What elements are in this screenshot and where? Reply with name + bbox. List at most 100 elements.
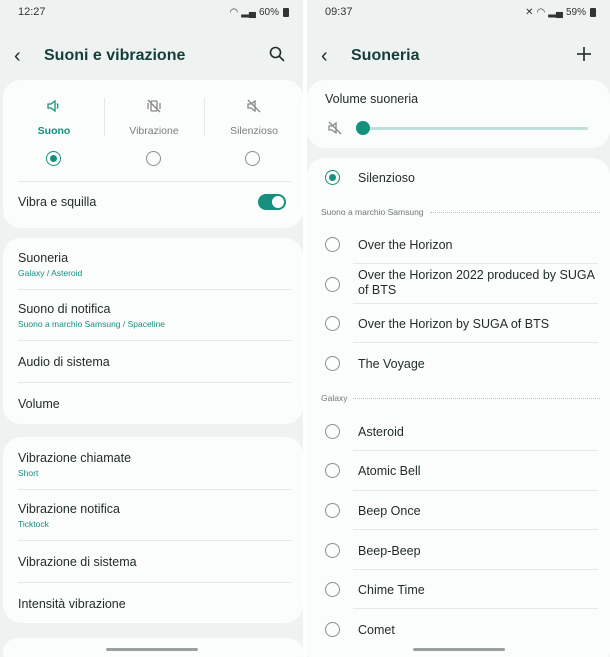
- add-icon[interactable]: [572, 45, 596, 68]
- divider: [353, 569, 598, 570]
- tone-label: Beep-Beep: [358, 544, 421, 558]
- sound-icon: [6, 98, 102, 118]
- tone-label: Comet: [358, 623, 395, 637]
- tone-label: Over the Horizon: [358, 238, 453, 252]
- silent-option-label: Silenzioso: [358, 171, 415, 185]
- vibrate-and-ring-toggle[interactable]: [258, 194, 286, 210]
- search-icon[interactable]: [265, 45, 289, 68]
- system-audio-row[interactable]: Audio di sistema: [18, 355, 303, 369]
- tone-label: Asteroid: [358, 425, 404, 439]
- tone-radio[interactable]: [325, 237, 340, 252]
- mute-status-icon: ✕: [525, 6, 534, 18]
- mode-sound-radio[interactable]: [46, 151, 61, 166]
- mode-sound[interactable]: Suono: [6, 98, 102, 137]
- volume-slider-thumb[interactable]: [356, 121, 370, 135]
- divider: [18, 181, 291, 182]
- divider: [18, 382, 291, 383]
- volume-card: Volume suoneria: [307, 80, 610, 148]
- battery-percent: 59%: [565, 6, 586, 18]
- divider: [353, 450, 598, 451]
- status-bar: 12:27 ◠ ▂▄ 60%: [0, 0, 303, 24]
- tone-label: Beep Once: [358, 504, 421, 518]
- tone-radio[interactable]: [325, 316, 340, 331]
- tone-radio[interactable]: [325, 424, 340, 439]
- silent-radio[interactable]: [325, 170, 340, 185]
- sound-settings-screen: 12:27 ◠ ▂▄ 60% ‹ Suoni e vibrazione Suon…: [0, 0, 303, 657]
- tone-radio[interactable]: [325, 463, 340, 478]
- tone-label: Atomic Bell: [358, 464, 421, 478]
- page-title: Suoni e vibrazione: [44, 47, 186, 64]
- divider: [18, 540, 291, 541]
- tone-radio[interactable]: [325, 356, 340, 371]
- mode-vibrate-radio[interactable]: [146, 151, 161, 166]
- mute-icon: [206, 98, 302, 118]
- divider: [18, 489, 291, 490]
- notification-sound-row[interactable]: Suono di notifica Suono a marchio Samsun…: [18, 302, 303, 329]
- back-icon[interactable]: ‹: [14, 45, 34, 68]
- back-icon[interactable]: ‹: [321, 45, 341, 68]
- divider: [18, 582, 291, 583]
- divider: [353, 490, 598, 491]
- notification-sound-title: Suono di notifica: [18, 302, 111, 316]
- mode-sound-label: Suono: [37, 125, 71, 137]
- tone-label: Chime Time: [358, 583, 425, 597]
- mute-icon: [327, 120, 343, 141]
- divider: [353, 342, 598, 343]
- sound-options-card: Suoneria Galaxy / Asteroid Suono di noti…: [3, 238, 303, 424]
- divider: [353, 263, 598, 264]
- volume-slider[interactable]: [359, 127, 588, 130]
- ringtone-screen: 09:37 ✕ ◠ ▂▄ 59% ‹ Suoneria Volume suone…: [307, 0, 610, 657]
- battery-percent: 60%: [258, 6, 279, 18]
- signal-icon: ▂▄: [548, 6, 563, 18]
- section-header-samsung: Suono a marchio Samsung: [321, 207, 600, 217]
- vibrate-icon: [106, 98, 202, 118]
- sound-mode-card: Suono Vibrazione Silenzioso Vibra e squi…: [3, 80, 303, 228]
- call-vibration-row[interactable]: Vibrazione chiamate Short: [18, 451, 303, 478]
- call-vibration-title: Vibrazione chiamate: [18, 451, 132, 465]
- gesture-bar[interactable]: [105, 648, 198, 651]
- system-vibration-title: Vibrazione di sistema: [18, 555, 137, 569]
- notification-vibration-row[interactable]: Vibrazione notifica Ticktock: [18, 502, 303, 529]
- tone-label: Over the Horizon by SUGA of BTS: [358, 317, 550, 331]
- tone-radio[interactable]: [325, 503, 340, 518]
- ringtone-list: Silenzioso Suono a marchio Samsung Over …: [307, 158, 610, 657]
- wifi-icon: ◠: [536, 6, 546, 18]
- notification-vibration-title: Vibrazione notifica: [18, 502, 120, 516]
- section-header-galaxy: Galaxy: [321, 393, 600, 403]
- tone-radio[interactable]: [325, 622, 340, 637]
- volume-label: Volume suoneria: [325, 92, 419, 106]
- ringtone-title: Suoneria: [18, 251, 69, 265]
- tone-radio[interactable]: [325, 543, 340, 558]
- mode-silent-radio[interactable]: [245, 151, 260, 166]
- battery-icon: [283, 7, 289, 17]
- call-vibration-subtitle: Short: [18, 468, 39, 478]
- ringtone-subtitle: Galaxy / Asteroid: [18, 268, 83, 278]
- notification-sound-subtitle: Suono a marchio Samsung / Spaceline: [18, 319, 165, 329]
- section-header-label: Galaxy: [321, 393, 348, 403]
- status-time: 09:37: [325, 6, 353, 18]
- system-vibration-row[interactable]: Vibrazione di sistema: [18, 555, 303, 569]
- section-header-label: Suono a marchio Samsung: [321, 207, 424, 217]
- divider: [18, 289, 291, 290]
- tone-radio[interactable]: [325, 277, 340, 292]
- wifi-icon: ◠: [229, 6, 239, 18]
- volume-title: Volume: [18, 397, 60, 411]
- volume-row[interactable]: Volume: [18, 397, 303, 411]
- mode-silent[interactable]: Silenzioso: [206, 98, 302, 137]
- divider: [353, 608, 598, 609]
- divider: [104, 98, 105, 136]
- vibration-intensity-row[interactable]: Intensità vibrazione: [18, 597, 303, 611]
- battery-icon: [590, 7, 596, 17]
- system-audio-title: Audio di sistema: [18, 355, 110, 369]
- app-bar: ‹ Suoni e vibrazione: [0, 38, 303, 74]
- notification-vibration-subtitle: Ticktock: [18, 519, 49, 529]
- mode-vibrate[interactable]: Vibrazione: [106, 98, 202, 137]
- tone-radio[interactable]: [325, 582, 340, 597]
- gesture-bar[interactable]: [412, 648, 505, 651]
- ringtone-row[interactable]: Suoneria Galaxy / Asteroid: [18, 251, 303, 278]
- vibration-options-card: Vibrazione chiamate Short Vibrazione not…: [3, 437, 303, 623]
- tone-label: Over the Horizon 2022 produced by SUGA o…: [358, 268, 595, 297]
- tone-label: The Voyage: [358, 357, 425, 371]
- status-time: 12:27: [18, 6, 46, 18]
- divider: [353, 529, 598, 530]
